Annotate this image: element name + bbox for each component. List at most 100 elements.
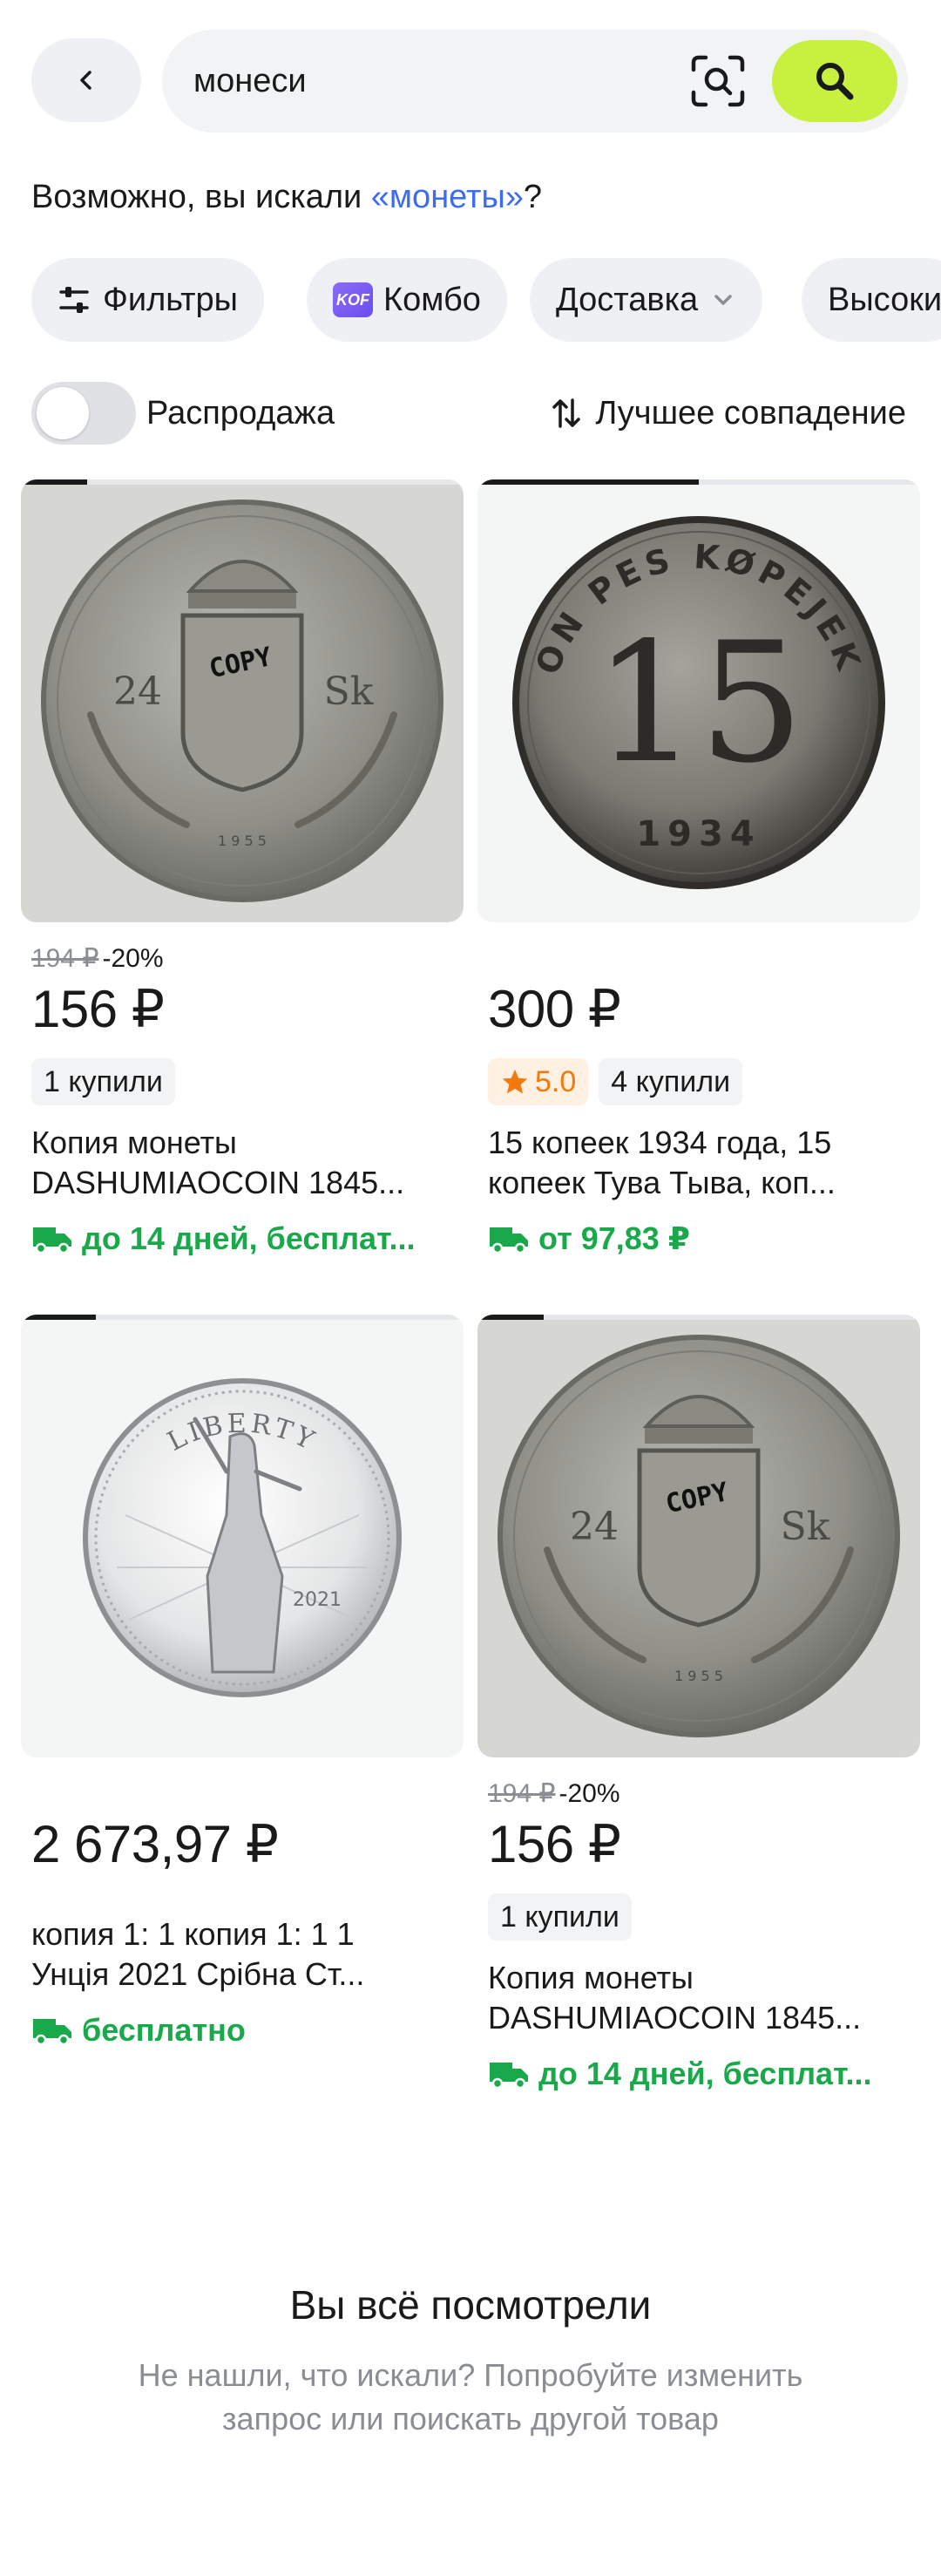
price: 300 ₽ — [488, 980, 621, 1038]
product-title-line1: 15 копеек 1934 года, 15 — [488, 1125, 832, 1160]
product-title[interactable]: копия 1: 1 копия 1: 1 1 Унція 2021 Срібн… — [31, 1914, 464, 1995]
delivery-info: до 14 дней, бесплат... — [31, 1219, 467, 1259]
product-card[interactable]: 24 Sk COPY 1 9 5 5 194 ₽ -20% 156 ₽ 1 куп… — [477, 1315, 920, 2099]
end-of-results-subtitle: Не нашли, что искали? Попробуйте изменит… — [0, 2354, 941, 2441]
product-title-line1: Копия монеты — [488, 1960, 694, 1995]
toggle-knob — [37, 387, 89, 439]
image-progress — [477, 479, 920, 485]
rating-badge: 5.0 — [488, 1058, 589, 1105]
sort-label: Лучшее совпадение — [595, 395, 906, 432]
search-button[interactable] — [772, 40, 897, 122]
product-image[interactable]: LIBERTY 2021 — [21, 1315, 464, 1757]
coin-24sk-image: 24 Sk COPY 1 9 5 5 — [498, 1335, 900, 1737]
buyers-badge: 1 купили — [31, 1058, 175, 1105]
back-button[interactable] — [31, 38, 141, 122]
delivery-info: до 14 дней, бесплат... — [488, 2054, 924, 2094]
discount: -20% — [559, 1779, 620, 1808]
search-query[interactable]: монеси — [193, 30, 307, 133]
delivery-info: от 97,83 ₽ — [488, 1219, 924, 1259]
chip-high-label: Высоки — [828, 281, 941, 318]
product-card[interactable]: LIBERTY 2021 2 673,97 ₽ копия 1: 1 копия… — [21, 1315, 464, 2099]
truck-icon — [33, 1227, 71, 1254]
end-sub-line1: Не нашли, что искали? Попробуйте изменит… — [138, 2357, 803, 2393]
sort-arrows-icon — [552, 398, 581, 428]
coin-year: 1 9 5 5 — [218, 833, 267, 849]
price: 156 ₽ — [488, 1815, 621, 1873]
did-you-mean: Возможно, вы искали «монеты»? — [31, 171, 542, 223]
chip-filters[interactable]: Фильтры — [31, 258, 264, 342]
delivery-text: от 97,83 ₽ — [538, 1220, 690, 1256]
chip-delivery[interactable]: Доставка — [530, 258, 763, 342]
coin-denomination: 15 — [593, 607, 804, 799]
product-title[interactable]: Копия монеты DASHUMIAOCOIN 1845... — [488, 1958, 920, 2038]
coin-value-right: Sk — [781, 1505, 830, 1549]
sort-button[interactable]: Лучшее совпадение — [550, 389, 906, 438]
old-price: 194 ₽ — [31, 944, 99, 973]
coin-year: 1 9 5 5 — [674, 1668, 723, 1684]
delivery-text: до 14 дней, бесплат... — [538, 2056, 872, 2091]
product-title-line1: Копия монеты — [31, 1125, 237, 1160]
did-you-mean-suffix: ? — [523, 179, 543, 215]
rating-value: 5.0 — [535, 1065, 577, 1098]
kombo-icon: KOF — [333, 282, 373, 317]
old-price-row: 194 ₽ -20% — [31, 941, 164, 976]
product-image[interactable]: 24 Sk COPY 1 9 5 5 — [477, 1315, 920, 1757]
buyers-badge: 1 купили — [488, 1893, 632, 1940]
delivery-info: бесплатно — [31, 2010, 467, 2050]
product-title-line1: копия 1: 1 копия 1: 1 1 — [31, 1916, 355, 1952]
filters-icon — [59, 287, 89, 313]
chip-delivery-label: Доставка — [556, 281, 699, 318]
coin-value-left: 24 — [113, 669, 162, 714]
coin-year: 2021 — [293, 1589, 342, 1611]
chip-kombo-label: Комбо — [383, 281, 481, 318]
sale-toggle[interactable] — [31, 382, 136, 445]
product-title-line2: копеек Тува Тыва, коп... — [488, 1165, 836, 1200]
product-title-line2: Унція 2021 Срібна Ст... — [31, 1956, 365, 1992]
chip-kombo[interactable]: KOF Комбо — [307, 258, 507, 342]
sale-toggle-label: Распродажа — [146, 395, 335, 432]
price: 2 673,97 ₽ — [31, 1815, 279, 1873]
end-sub-line2: запрос или поискать другой товар — [222, 2401, 719, 2437]
coin-year: 1934 — [636, 814, 761, 854]
product-title-line2: DASHUMIAOCOIN 1845... — [31, 1165, 405, 1200]
badges: 5.0 4 купили — [488, 1058, 753, 1105]
image-progress — [21, 479, 464, 485]
coin-value-right: Sk — [324, 669, 374, 714]
product-image[interactable]: ON PES KØPEJEK 15 1934 — [477, 479, 920, 922]
discount: -20% — [102, 944, 164, 973]
search-icon — [816, 63, 854, 100]
coin-24sk-image: 24 Sk COPY 1 9 5 5 — [41, 500, 443, 902]
price: 156 ₽ — [31, 980, 165, 1038]
truck-icon — [33, 2019, 71, 2045]
truck-icon — [490, 1227, 528, 1254]
old-price: 194 ₽ — [488, 1779, 556, 1808]
badges: 1 купили — [31, 1058, 186, 1105]
did-you-mean-prefix: Возможно, вы искали — [31, 179, 371, 215]
product-image[interactable]: 24 Sk COPY 1 9 5 5 — [21, 479, 464, 922]
image-search-icon[interactable] — [690, 54, 746, 108]
image-progress — [21, 1315, 464, 1320]
image-progress — [477, 1315, 920, 1320]
chip-high[interactable]: Высоки — [802, 258, 941, 342]
product-card[interactable]: ON PES KØPEJEK 15 1934 300 ₽ 5.0 4 купил… — [477, 479, 920, 1264]
search-input[interactable]: монеси — [162, 30, 908, 133]
old-price-row: 194 ₽ -20% — [488, 1777, 620, 1811]
coin-15-kopejek-image: ON PES KØPEJEK 15 1934 — [512, 516, 885, 889]
did-you-mean-link[interactable]: «монеты» — [371, 179, 524, 215]
delivery-text: до 14 дней, бесплат... — [82, 1220, 416, 1256]
end-of-results-title: Вы всё посмотрели — [289, 2282, 652, 2328]
truck-icon — [490, 2063, 528, 2089]
star-icon — [502, 1069, 528, 1094]
product-title[interactable]: 15 копеек 1934 года, 15 копеек Тува Тыва… — [488, 1123, 920, 1203]
filter-chips: Фильтры KOF Комбо Доставка Высоки — [31, 258, 941, 342]
chevron-down-icon — [714, 295, 732, 305]
buyers-badge: 4 купили — [599, 1058, 743, 1105]
product-title[interactable]: Копия монеты DASHUMIAOCOIN 1845... — [31, 1123, 464, 1203]
chip-filters-label: Фильтры — [103, 281, 238, 318]
product-card[interactable]: 24 Sk COPY 1 9 5 5 194 ₽ -20% 156 ₽ 1 куп… — [21, 479, 464, 1264]
chevron-left-icon — [80, 71, 91, 90]
header: монеси — [0, 0, 941, 166]
badges: 1 купили — [488, 1893, 642, 1940]
coin-value-left: 24 — [570, 1505, 619, 1549]
coin-liberty-image: LIBERTY 2021 — [83, 1378, 402, 1697]
